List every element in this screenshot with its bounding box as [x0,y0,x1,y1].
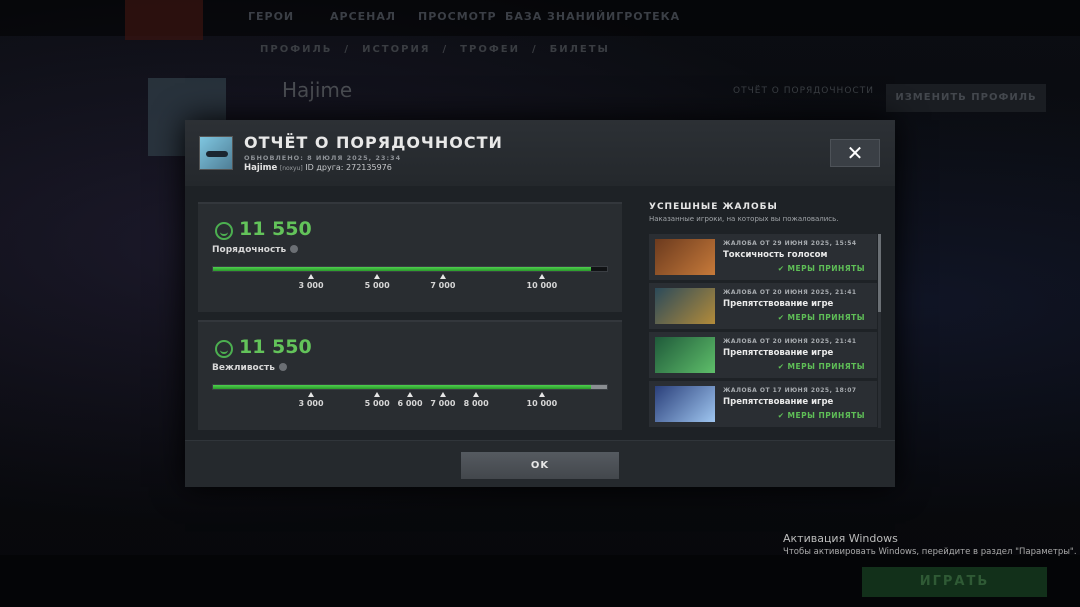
communication-score-value: 11 550 [239,336,312,358]
behavior-score-value: 11 550 [239,218,312,240]
user-avatar [199,136,233,170]
behavior-score-label: Порядочность [212,245,299,255]
reports-subtitle: Наказанные игроки, на которых вы пожалов… [649,215,839,223]
report-item[interactable]: ЖАЛОБА ОТ 20 ИЮНЯ 2025, 21:41 Препятствов… [649,332,877,378]
tick-label: 3 000 [298,399,324,408]
hero-portrait [655,239,715,275]
report-date: ЖАЛОБА ОТ 17 ИЮНЯ 2025, 18:07 [723,387,857,394]
scrollbar-thumb[interactable] [878,234,881,312]
report-status: МЕРЫ ПРИНЯТЫ [778,264,865,273]
tick-label: 10 000 [526,281,558,290]
communication-progress-remainder [591,385,607,389]
top-nav-bar: ГЕРОИ АРСЕНАЛ ПРОСМОТР БАЗА ЗНАНИЙ ИГРОТ… [0,0,1080,40]
modal-footer: OK [185,440,895,487]
tick-triangle-icon [439,392,446,397]
tick-triangle-icon [308,274,314,279]
tick-triangle-icon [374,392,381,397]
profile-name: Hajime [282,78,353,102]
report-item[interactable]: ЖАЛОБА ОТ 17 ИЮНЯ 2025, 18:07 Препятствов… [649,381,877,427]
tick-triangle-icon [538,392,545,397]
tick-triangle-icon [439,274,446,279]
bg-conduct-label: ОТЧЁТ О ПОРЯДОЧНОСТИ [733,86,874,96]
scores-column: 11 550 Порядочность 3 000 5 000 7 000 10 00… [198,202,622,430]
smile-icon [215,222,233,240]
reports-title: УСПЕШНЫЕ ЖАЛОБЫ [649,202,778,212]
behavior-progress-fill [213,267,592,271]
tick-label: 3 000 [298,281,324,290]
profile-subnav: ПРОФИЛЬ / ИСТОРИЯ / ТРОФЕИ / БИЛЕТЫ [260,44,610,55]
tick-mark: 5 000 [352,274,402,290]
friend-id: ID друга: 272135976 [305,163,392,172]
behavior-score-card: 11 550 Порядочность 3 000 5 000 7 000 10 00… [198,202,622,312]
communication-score-card: 11 550 Вежливость 3 000 5 000 6 000 7 000 8 … [198,320,622,430]
modal-title: ОТЧЁТ О ПОРЯДОЧНОСТИ [244,133,503,152]
tick-mark: 10 000 [517,392,567,408]
report-date: ЖАЛОБА ОТ 20 ИЮНЯ 2025, 21:41 [723,338,857,345]
hero-portrait [655,386,715,422]
communication-label-text: Вежливость [212,363,275,373]
tick-mark: 3 000 [286,392,336,408]
report-status: МЕРЫ ПРИНЯТЫ [778,313,865,322]
subnav-history[interactable]: ИСТОРИЯ [362,44,430,55]
modal-header: ОТЧЁТ О ПОРЯДОЧНОСТИ ОБНОВЛЕНО: 8 ИЮЛЯ 2… [185,120,895,186]
behavior-label-text: Порядочность [212,245,287,255]
tick-label: 5 000 [364,281,390,290]
ok-button[interactable]: OK [461,452,619,479]
report-status: МЕРЫ ПРИНЯТЫ [778,362,865,371]
report-item[interactable]: ЖАЛОБА ОТ 29 ИЮНЯ 2025, 15:54 Токсичность… [649,234,877,280]
nav-watch[interactable]: ПРОСМОТР [418,10,497,23]
tick-label: 8 000 [463,399,489,408]
info-icon[interactable] [278,363,287,371]
subnav-tickets[interactable]: БИЛЕТЫ [550,44,610,55]
tick-mark: 8 000 [451,392,501,408]
report-item[interactable]: ЖАЛОБА ОТ 20 ИЮНЯ 2025, 21:41 Препятствов… [649,283,877,329]
reports-panel: УСПЕШНЫЕ ЖАЛОБЫ Наказанные игроки, на ко… [639,188,895,436]
nav-armory[interactable]: АРСЕНАЛ [330,10,396,23]
username: Hajime [244,163,278,173]
reports-list[interactable]: ЖАЛОБА ОТ 29 ИЮНЯ 2025, 15:54 Токсичность… [649,234,877,428]
subnav-profile[interactable]: ПРОФИЛЬ [260,44,332,55]
windows-activation-text: Чтобы активировать Windows, перейдите в … [783,547,1077,557]
communication-progress-bar [212,384,608,390]
tick-triangle-icon [308,392,314,397]
hero-portrait [655,337,715,373]
report-reason: Препятствование игре [723,348,834,358]
tick-triangle-icon [407,392,413,397]
tick-triangle-icon [473,392,480,397]
updated-timestamp: ОБНОВЛЕНО: 8 ИЮЛЯ 2025, 23:34 [244,154,402,162]
hero-portrait [655,288,715,324]
report-reason: Токсичность голосом [723,250,828,260]
tick-mark: 7 000 [418,274,468,290]
smile-icon [215,340,233,358]
nav-heroes[interactable]: ГЕРОИ [248,10,294,23]
user-line: Hajime [noxyu] ID друга: 272135976 [244,163,392,173]
communication-progress-fill [213,385,592,389]
tick-triangle-icon [374,274,381,279]
report-date: ЖАЛОБА ОТ 29 ИЮНЯ 2025, 15:54 [723,240,857,247]
subnav-trophies[interactable]: ТРОФЕИ [460,44,520,55]
tick-label: 10 000 [526,399,558,408]
info-icon[interactable] [290,245,299,253]
conduct-report-modal: ОТЧЁТ О ПОРЯДОЧНОСТИ ОБНОВЛЕНО: 8 ИЮЛЯ 2… [185,120,895,487]
report-reason: Препятствование игре [723,299,834,309]
report-status: МЕРЫ ПРИНЯТЫ [778,411,865,420]
dota-logo[interactable] [125,0,203,40]
play-button[interactable]: ИГРАТЬ [862,567,1047,597]
communication-score-label: Вежливость [212,363,287,373]
nav-learn[interactable]: БАЗА ЗНАНИЙ [505,10,606,23]
tick-mark: 3 000 [286,274,336,290]
close-button[interactable]: ✕ [830,139,880,167]
tick-triangle-icon [538,274,545,279]
user-tag: [noxyu] [279,165,303,172]
tick-label: 7 000 [430,281,456,290]
report-reason: Препятствование игре [723,397,834,407]
tick-mark: 10 000 [517,274,567,290]
edit-profile-button[interactable]: ИЗМЕНИТЬ ПРОФИЛЬ [886,84,1046,112]
report-date: ЖАЛОБА ОТ 20 ИЮНЯ 2025, 21:41 [723,289,857,296]
reports-scrollbar[interactable] [878,234,881,428]
windows-activation-title: Активация Windows [783,532,898,545]
behavior-progress-bar [212,266,608,272]
nav-arcade[interactable]: ИГРОТЕКА [606,10,680,23]
